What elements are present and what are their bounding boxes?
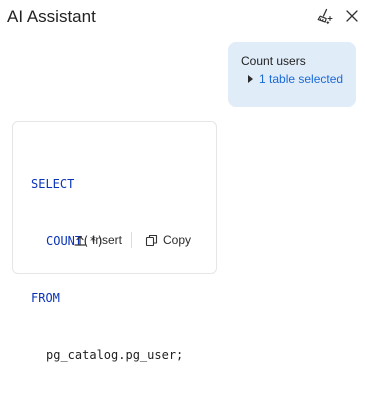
copy-label: Copy [163,233,192,247]
code-block: SELECT COUNT(*) FROM pg_catalog.pg_user; [31,137,183,403]
clean-chat-icon[interactable] [315,6,335,26]
context-toggle[interactable]: 1 table selected [241,71,356,87]
code-keyword: SELECT [31,177,75,191]
code-line: SELECT [31,175,183,194]
user-message-text: Count users [241,54,306,68]
code-snippet-card: SELECT COUNT(*) FROM pg_catalog.pg_user;… [12,121,217,362]
copy-button[interactable]: Copy [144,231,191,249]
context-label: 1 table selected [259,72,344,86]
insert-label: Insert [92,233,123,247]
code-actions: Insert Copy [73,231,191,249]
insert-arrow-icon [73,233,87,247]
code-line: FROM [31,289,183,308]
close-icon [346,10,358,22]
caret-right-icon [248,75,253,83]
action-divider [131,232,133,248]
user-message-bubble: Count users 1 table selected [228,42,356,107]
close-button[interactable] [342,6,362,26]
copy-icon [144,233,158,247]
code-keyword: FROM [31,291,60,305]
broom-sparkle-icon [317,8,333,25]
insert-button[interactable]: Insert [73,231,122,249]
page-title: AI Assistant [7,7,96,26]
code-text: pg_catalog.pg_user; [46,348,184,362]
code-line: pg_catalog.pg_user; [31,346,183,365]
